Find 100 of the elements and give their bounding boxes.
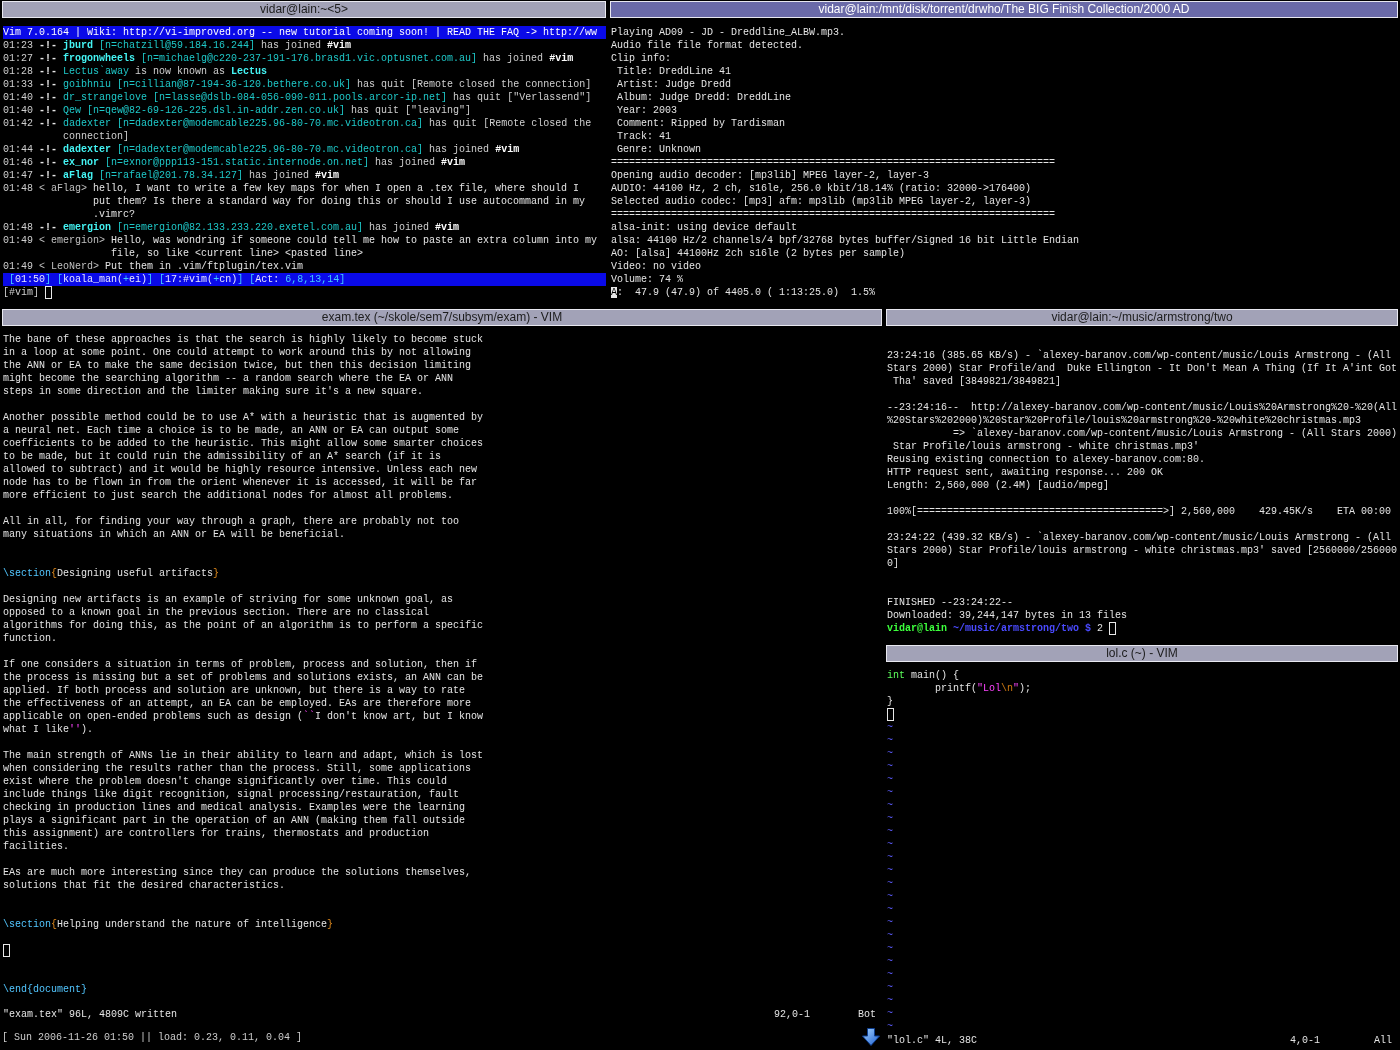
output-line: Audio file file format detected.	[611, 39, 804, 52]
cursor-position: 92,0-1	[774, 1008, 810, 1021]
output-line: Playing AD09 - JD - Dreddline_ALBW.mp3.	[611, 26, 846, 39]
tilde-marker: ~	[887, 864, 893, 877]
chat-event-line: 01:48 -!- emergion [n=emergion@82.133.233.220.exetel.com.au] has joined #vim	[3, 221, 460, 234]
chat-input-field[interactable]: [#vim]	[3, 286, 52, 299]
output-line: Genre: Unknown	[616, 143, 701, 156]
tilde-marker: ~	[887, 799, 893, 812]
paragraph-text: Another possible method could be to use A* with a heuristic that is augmented by a neural net. Each time a choice is to be made, an ANN or EA can output some coefficients to be added to the heuristic. This might allow some smarter choices to be made, but it could ruin the admissibility of an A* search (if it is allowed to subtract) and it would be highly resource intensive. Unless each new node has to be flown in from the orient whenever it is accessed, it will be far more efficient to just search the additional nodes for almost all problems.	[3, 411, 484, 502]
cursor-icon	[887, 708, 894, 721]
cursor-icon	[45, 286, 52, 299]
output-line: Track: 41	[616, 130, 671, 143]
output-line: Album: Judge Dredd: DreddLine	[616, 91, 792, 104]
output-line: Selected audio codec: [mp3] afm: mp3lib (mp3lib MPEG layer-2, layer-3)	[611, 195, 1032, 208]
shell-command-line[interactable]: vidar@lain ~/music/armstrong/two $ 2	[887, 622, 1117, 635]
output-line: Year: 2003	[616, 104, 677, 117]
tilde-marker: ~	[887, 747, 893, 760]
paragraph-text: EAs are much more interesting since they can produce the solutions themselves, solutions that fit the desired characteristics.	[3, 866, 472, 892]
output-line: 23:24:22 (439.32 KB/s) - `alexey-baranov.com/wp-content/music/Louis Armstrong - (All Stars 2000) Star Profile/louis armstrong - white christmas.mp3' saved [2560000/256000 0]	[887, 531, 1398, 570]
tilde-marker: ~	[887, 955, 893, 968]
tilde-marker: ~	[887, 1020, 893, 1033]
window-title: exam.tex (~/skole/sem7/subsym/exam) - VIM	[2, 309, 882, 326]
output-line: Reusing existing connection to alexey-baranov.com:80.	[887, 453, 1206, 466]
tilde-marker: ~	[887, 968, 893, 981]
output-line: Downloaded: 39,244,147 bytes in 13 files	[887, 609, 1128, 622]
chat-event-line: 01:33 -!- goibhniu [n=cillian@87-194-36-120.bethere.co.uk] has quit [Remote closed the connection]	[3, 78, 592, 91]
output-line: Opening audio decoder: [mp3lib] MPEG layer-2, layer-3	[611, 169, 930, 182]
chat-message: 01:49 < LeoNerd> Put them in .vim/ftplugin/tex.vim	[3, 260, 304, 273]
chat-event-line: 01:44 -!- dadexter [n=dadexter@modemcable225.96-80-70.mc.videotron.ca] has joined #vim	[3, 143, 520, 156]
cursor-position: 4,0-1	[1290, 1034, 1320, 1047]
window-title: vidar@lain:/mnt/disk/torrent/drwho/The BIG Finish Collection/2000 AD	[610, 1, 1398, 18]
tilde-marker: ~	[887, 890, 893, 903]
paragraph-text: The main strength of ANNs lie in their ability to learn and adapt, which is lost when considering the results rather than the process. Still, some applications exist where the problem doesn't change significantly over time. This could include things like digit recognition, signal processing/restauration, fault checking in production lines and medical analysis. Examples were the learning plays a significant part in the operation of an ANN (making them fall outside this assignment) are controllers for trains, thermostats and production facilities.	[3, 749, 484, 853]
channel-topic: Vim 7.0.164 | Wiki: http://vi-improved.org -- new tutorial coming soon! | READ THE FAQ -> http://ww	[3, 26, 606, 39]
output-line: Artist: Judge Dredd	[616, 78, 732, 91]
output-line: 100%[=========================================>] 2,560,000 429.45K/s ETA 00:00	[887, 505, 1392, 518]
tilde-marker: ~	[887, 942, 893, 955]
window-title: lol.c (~) - VIM	[886, 645, 1398, 662]
chat-message: 01:49 < emergion> Hello, was wondring if someone could tell me how to paste an extra column into my file, so like <current line> <pasted line>	[3, 234, 598, 260]
tilde-marker: ~	[887, 786, 893, 799]
tilde-marker: ~	[887, 734, 893, 747]
output-line: Comment: Ripped by Tardisman	[616, 117, 786, 130]
chat-event-line: 01:27 -!- frogonwheels [n=michaelg@c220-237-191-176.brasd1.vic.optusnet.com.au] has joined #vim	[3, 52, 574, 65]
window-title: vidar@lain:~<5>	[2, 1, 606, 18]
vim-message: "lol.c" 4L, 38C	[887, 1034, 977, 1047]
code-line: printf("Lol\n");	[934, 682, 1032, 695]
output-line: ==========================================================================	[611, 208, 1056, 221]
paragraph-text: The bane of these approaches is that the search is highly likely to become stuck in a loop at some point. One could attempt to work around this by not allowing the ANN or EA to make the same decision twice, but then this decision limiting might become the searching algorithm -- a random search where the EA or ANN steps in some direction and the limiter making sure it's a new square.	[3, 333, 484, 398]
tilde-marker: ~	[887, 1007, 893, 1020]
status-text: [ Sun 2006-11-26 01:50 || load: 0.23, 0.11, 0.04 ]	[2, 1030, 303, 1044]
tilde-marker: ~	[887, 812, 893, 825]
output-line: --23:24:16-- http://alexey-baranov.com/wp-content/music/Louis%20Armstrong%20-%20(All %20Stars%202000)%20Star%20Profile/louis%20armstrong%20-%20white%20christmas.mp3 => `alexey-baranov.com/wp-content/music/Louis Armstrong - (All Stars 2000) Star Profile/louis armstrong - white christmas.mp3'	[887, 401, 1398, 453]
tilde-marker: ~	[887, 916, 893, 929]
paragraph-text: Designing new artifacts is an example of striving for some unknown goal, as opposed to a known goal in the previous section. There are no classical algorithms for doing this, as the point of an algorithm is to perform a specific function.	[3, 593, 484, 645]
chat-event-line: 01:46 -!- ex_nor [n=exnor@ppp113-151.static.internode.on.net] has joined #vim	[3, 156, 466, 169]
scroll-position: All	[1374, 1034, 1392, 1047]
tilde-marker: ~	[887, 838, 893, 851]
chat-event-line: 01:40 -!- dr_strangelove [n=lasse@dslb-084-056-090-011.pools.arcor-ip.net] has quit ["Verlassend"]	[3, 91, 592, 104]
output-line: Volume: 74 %	[611, 273, 683, 286]
output-line: AUDIO: 44100 Hz, 2 ch, s16le, 256.0 kbit/18.14% (ratio: 32000->176400)	[611, 182, 1032, 195]
paragraph-text: All in all, for finding your way through a graph, there are probably not too many situations in which an ANN or EA will be beneficial.	[3, 515, 460, 541]
output-line: AO: [alsa] 44100Hz 2ch s16le (2 bytes per sample)	[611, 247, 906, 260]
code-line: int main() {	[887, 669, 960, 682]
tilde-marker: ~	[887, 721, 893, 734]
tilde-marker: ~	[887, 773, 893, 786]
chat-event-line: 01:23 -!- jburd [n=chatzill@59.184.16.244] has joined #vim	[3, 39, 352, 52]
output-line: ==========================================================================	[611, 156, 1056, 169]
output-line: alsa-init: using device default	[611, 221, 798, 234]
scroll-position: Bot	[858, 1008, 876, 1021]
output-line: alsa: 44100 Hz/2 channels/4 bpf/32768 bytes buffer/Signed 16 bit Little Endian	[611, 234, 1080, 247]
section-command-line: \section{Helping understand the nature of intelligence}	[3, 918, 334, 931]
output-line: 23:24:16 (385.65 KB/s) - `alexey-baranov.com/wp-content/music/Louis Armstrong - (All Stars 2000) Star Profile/and Duke Ellington - It Don't Mean A Thing (If It A'int Got Tha' saved [3849821/3849821]	[887, 349, 1398, 388]
chat-message: 01:48 < aFlag> hello, I want to write a few key maps for when I open a .tex file, where should I put them? Is there a standard way for doing this or should I use autocommand in my .vimrc?	[3, 182, 586, 221]
output-line: FINISHED --23:24:22--	[887, 596, 1014, 609]
tilde-marker: ~	[887, 851, 893, 864]
window-title: vidar@lain:~/music/armstrong/two	[886, 309, 1398, 326]
output-line: Video: no video	[611, 260, 701, 273]
arrow-down-icon	[862, 1028, 880, 1046]
tilde-marker: ~	[887, 994, 893, 1007]
end-document-line: \end{document}	[3, 983, 87, 996]
playback-status-line: A: 47.9 (47.9) of 4405.0 ( 1:13:25.0) 1.5%	[611, 286, 876, 299]
code-line: }	[887, 695, 893, 708]
chat-event-line: 01:47 -!- aFlag [n=rafael@201.78.34.127] has joined #vim	[3, 169, 340, 182]
tilde-marker: ~	[887, 981, 893, 994]
paragraph-text: If one considers a situation in terms of problem, process and solution, then if the process is missing but a set of problems and solutions exists, an ANN can be applied. If both process and solution are unknown, but there is a way to rate the effectiveness of an attempt, an EA can be employed. EAs are therefore more applicable on open-ended problems such as design (``I don't know art, but I know what I like'').	[3, 658, 484, 736]
cursor-icon	[1109, 622, 1117, 635]
tilde-marker: ~	[887, 929, 893, 942]
cursor-icon	[3, 944, 10, 957]
output-line: HTTP request sent, awaiting response... 200 OK	[887, 466, 1164, 479]
tilde-marker: ~	[887, 760, 893, 773]
irc-status-bar: [01:50] [koala_man(+ei)] [17:#vim(+cn)] [Act: 6,8,13,14]	[3, 273, 606, 286]
tilde-marker: ~	[887, 903, 893, 916]
chat-event-line: 01:40 -!- Qew [n=qew@82-69-126-225.dsl.in-addr.zen.co.uk] has quit ["leaving"]	[3, 104, 472, 117]
output-line: Title: DreddLine 41	[616, 65, 732, 78]
chat-event-line: 01:28 -!- Lectus`away is now known as Lectus	[3, 65, 268, 78]
tilde-marker: ~	[887, 877, 893, 890]
section-command-line: \section{Designing useful artifacts}	[3, 567, 220, 580]
output-line: Clip info:	[611, 52, 671, 65]
vim-message: "exam.tex" 96L, 4809C written	[3, 1008, 178, 1021]
tilde-marker: ~	[887, 825, 893, 838]
